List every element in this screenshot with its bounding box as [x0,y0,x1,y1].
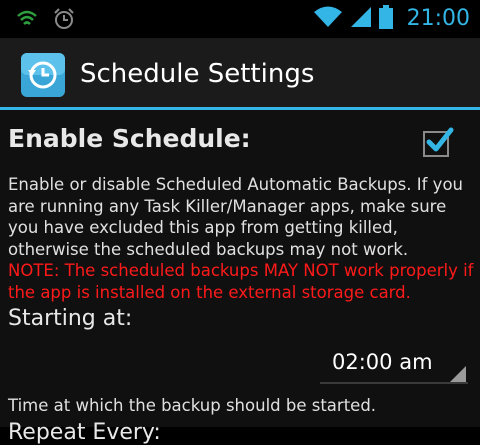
cell-signal-icon [349,5,373,33]
repeat-every-label: Repeat Every: [8,420,161,445]
checkmark-icon [423,127,454,157]
start-time-value: 02:00 am [332,350,433,374]
backup-schedule-icon[interactable] [20,52,66,98]
wifi-icon [313,5,343,33]
action-bar: Schedule Settings [0,38,480,110]
starting-at-label: Starting at: [8,306,133,331]
page-title: Schedule Settings [80,59,315,89]
enable-schedule-label: Enable Schedule: [8,124,251,153]
dropdown-corner-icon [450,366,466,382]
settings-content: Enable Schedule: Enable or disable Sched… [0,110,480,445]
enable-schedule-checkbox[interactable] [422,126,454,158]
status-clock: 21:00 [406,6,470,31]
shield-icon [16,8,38,34]
spinner-underline [320,382,468,384]
start-time-spinner[interactable]: 02:00 am [320,344,468,384]
status-bar: 21:00 [0,0,480,38]
start-time-helper: Time at which the backup should be start… [8,396,377,415]
alarm-clock-icon [52,7,76,35]
external-storage-warning: NOTE: The scheduled backups MAY NOT work… [8,261,474,302]
battery-icon [378,5,393,33]
enable-schedule-description: Enable or disable Scheduled Automatic Ba… [8,175,463,259]
